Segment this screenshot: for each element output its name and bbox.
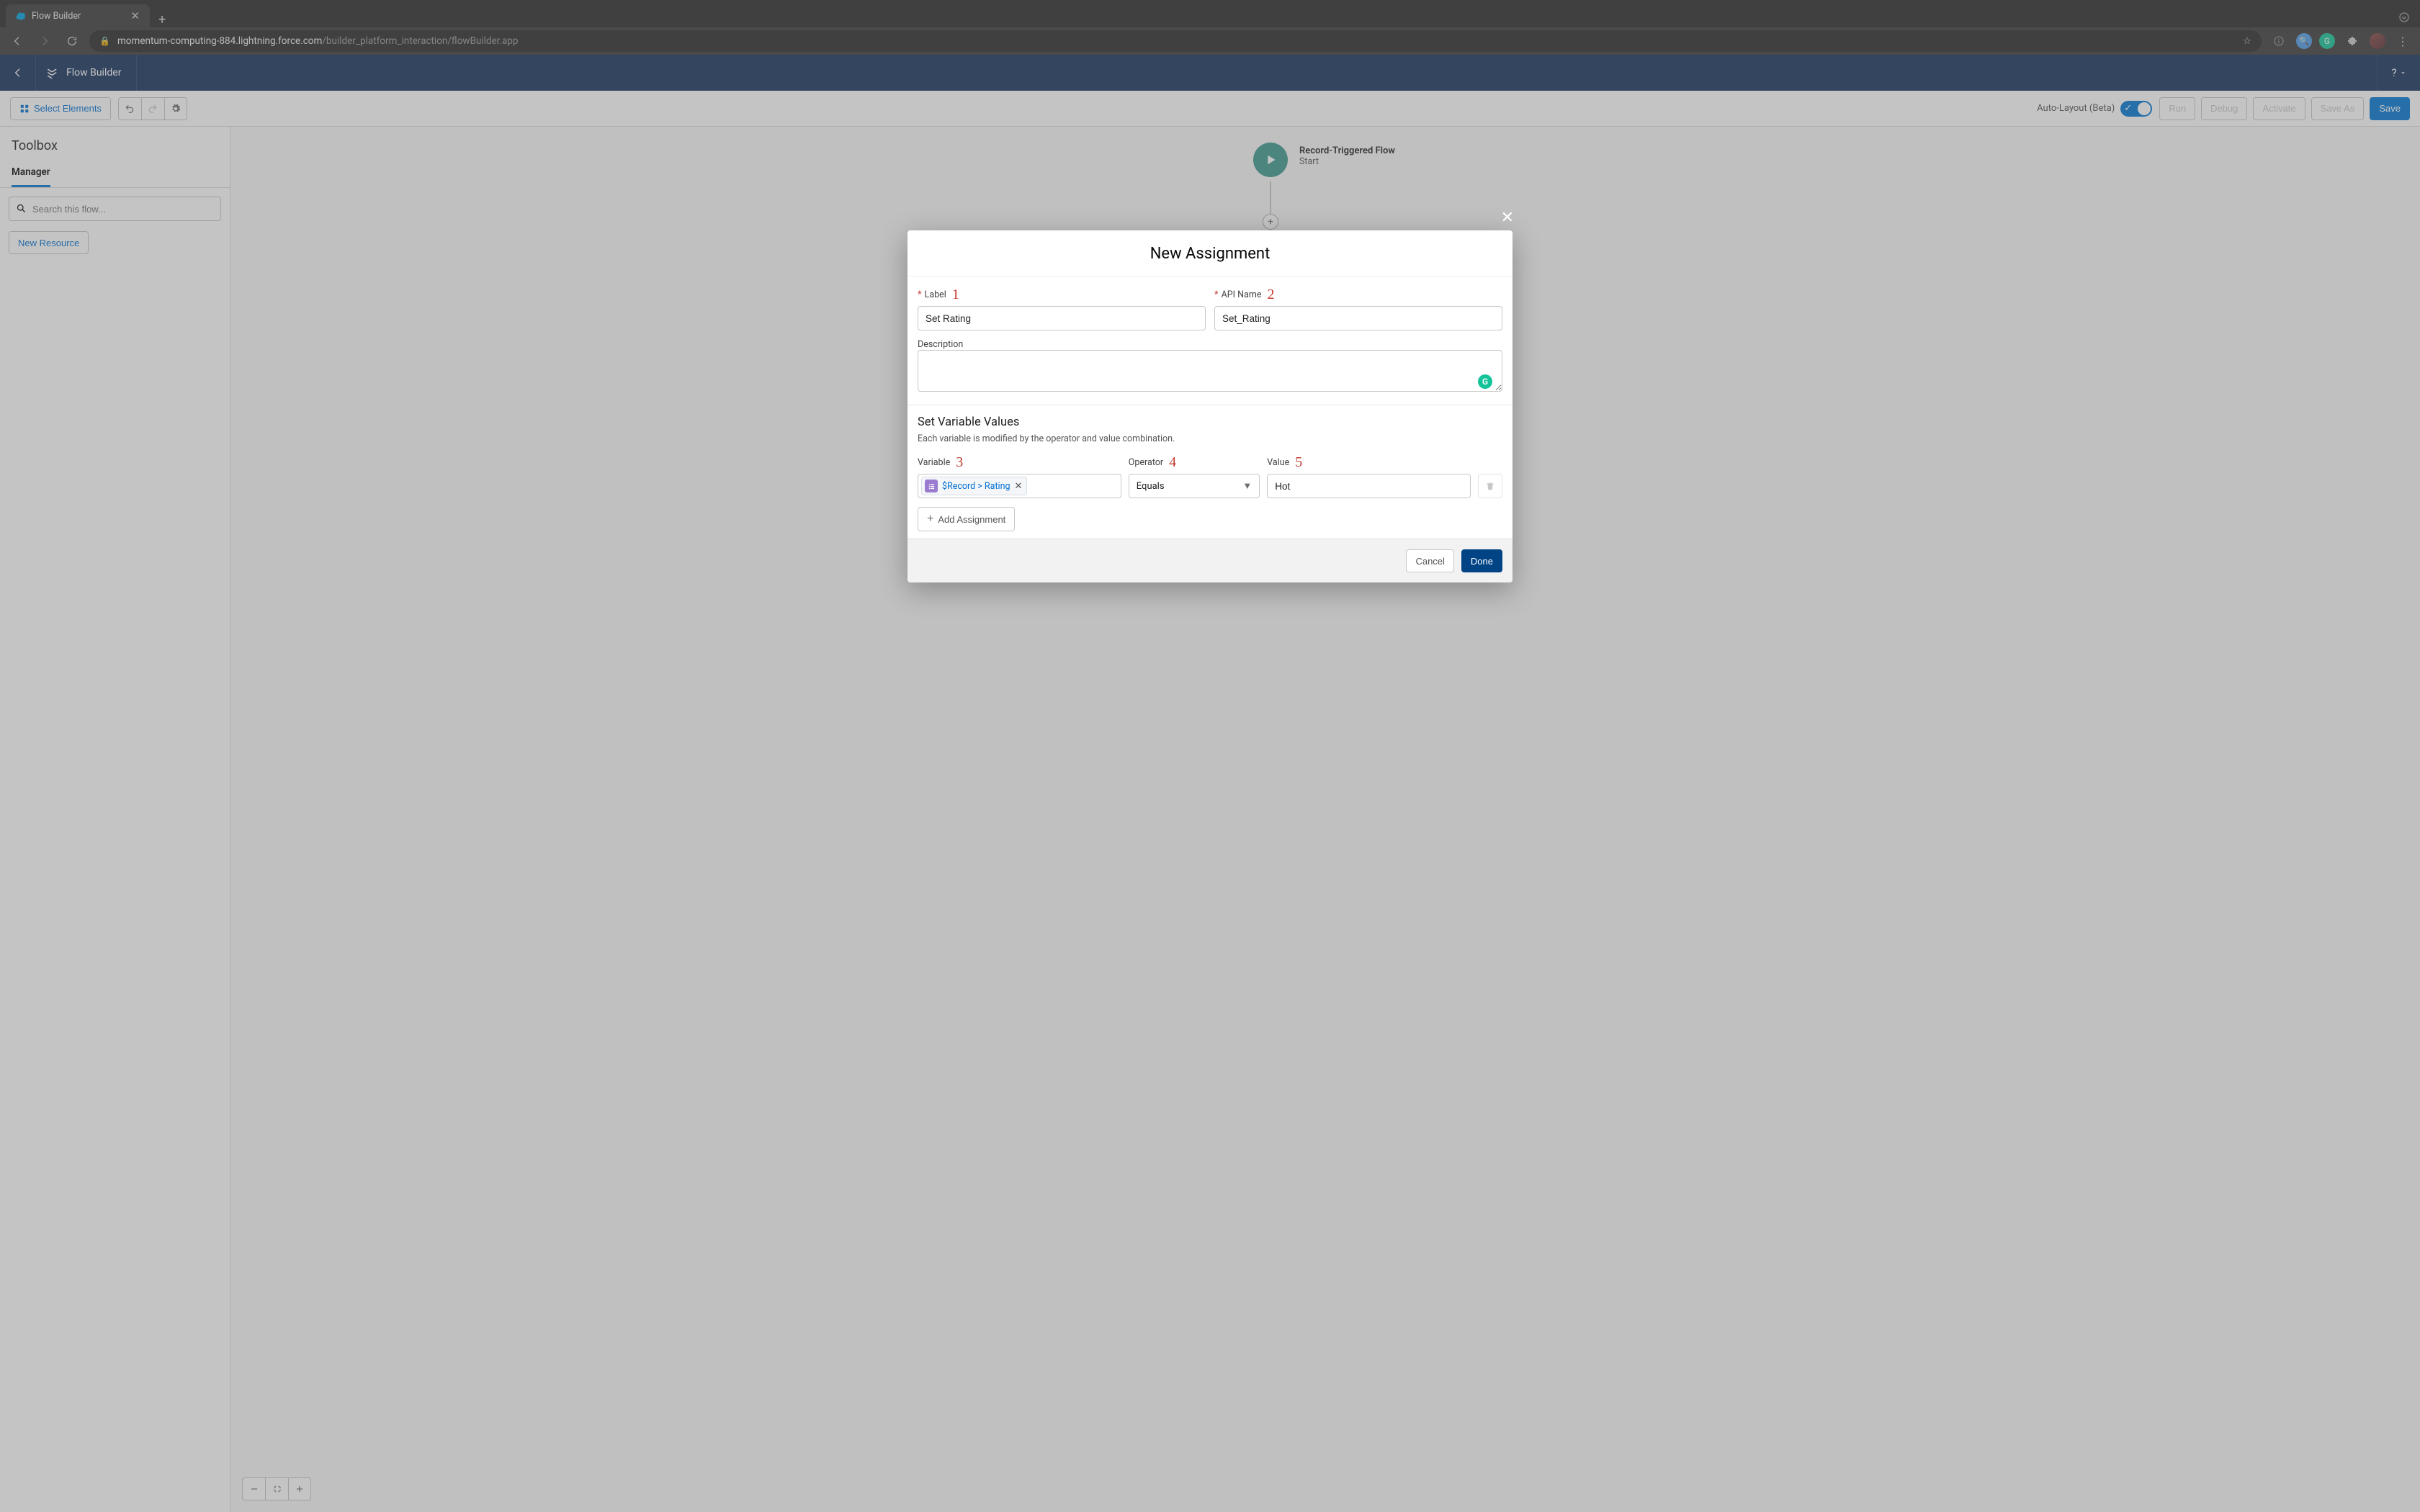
variable-col-label: Variable [918,457,950,468]
value-col-label: Value [1267,457,1289,468]
operator-select[interactable]: Equals ▼ [1129,474,1260,498]
description-textarea[interactable] [918,350,1502,392]
annotation-5: 5 [1295,454,1302,471]
new-assignment-modal: ✕ New Assignment * Label 1 * API Name 2 [908,230,1512,582]
annotation-3: 3 [956,454,963,471]
annotation-2: 2 [1267,287,1274,303]
plus-icon: + [927,513,933,526]
modal-dim-overlay [0,0,2420,1512]
modal-title: New Assignment [908,230,1512,276]
set-variable-values-heading: Set Variable Values [918,415,1502,429]
set-variable-values-sub: Each variable is modified by the operato… [918,433,1502,444]
record-list-icon [925,480,938,492]
variable-pill-remove-icon[interactable]: ✕ [1015,481,1023,492]
cancel-label: Cancel [1415,556,1444,567]
operator-value: Equals [1137,481,1165,492]
annotation-4: 4 [1169,454,1176,471]
done-button[interactable]: Done [1461,549,1502,572]
done-label: Done [1471,556,1493,567]
api-name-input[interactable] [1214,306,1502,330]
annotation-1: 1 [952,287,959,303]
add-assignment-label: Add Assignment [938,514,1005,525]
grammarly-badge-icon[interactable]: G [1478,374,1492,389]
modal-close-button[interactable]: ✕ [1501,209,1514,227]
delete-row-button[interactable] [1478,474,1502,498]
chevron-down-icon: ▼ [1242,480,1252,492]
operator-col-label: Operator [1129,457,1163,468]
value-input[interactable] [1267,474,1471,498]
cancel-button[interactable]: Cancel [1406,549,1453,572]
variable-pill-text: $Record > Rating [942,481,1010,492]
add-assignment-button[interactable]: + Add Assignment [918,507,1015,531]
description-field-label: Description [918,339,963,350]
api-name-field-label: API Name [1222,289,1262,300]
variable-input[interactable]: $Record > Rating ✕ [918,474,1121,498]
label-input[interactable] [918,306,1206,330]
label-field-label: Label [925,289,946,300]
